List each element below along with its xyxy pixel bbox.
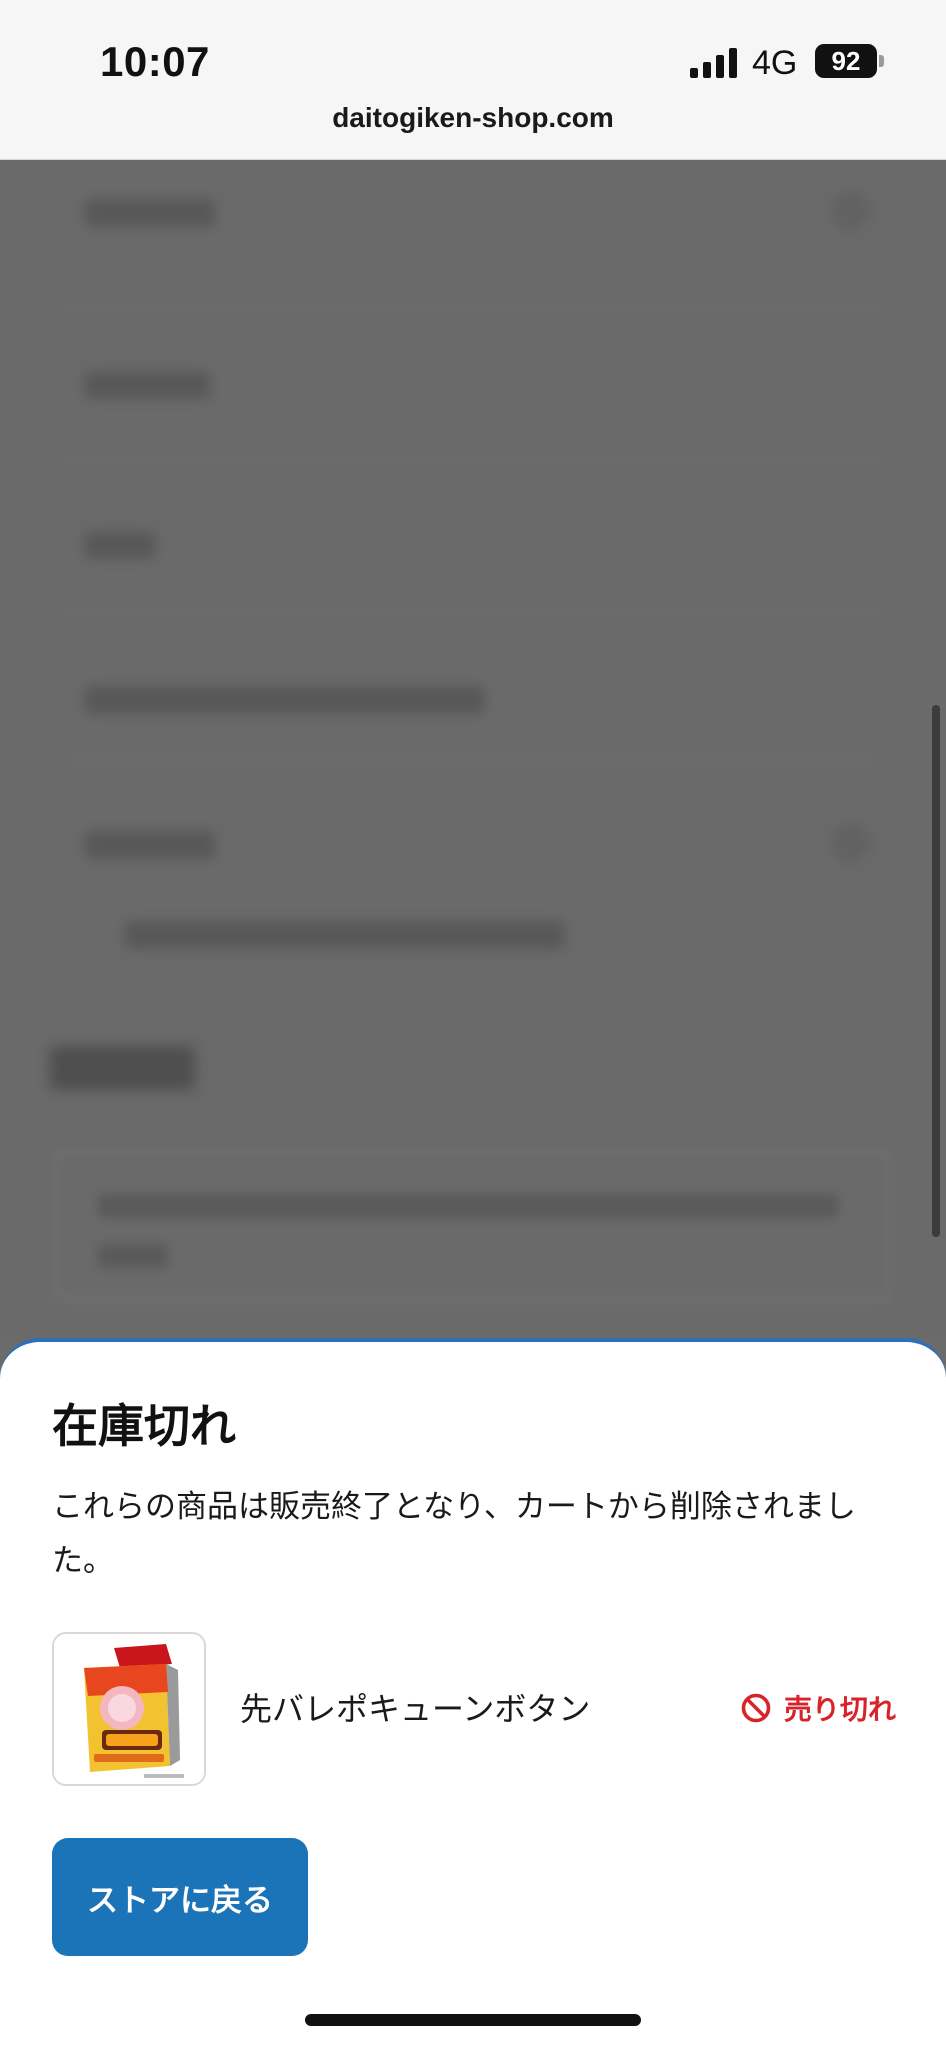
- blurred-row: [110, 881, 630, 1031]
- out-of-stock-sheet: 在庫切れ これらの商品は販売終了となり、カートから削除されました。 先バレポキュ…: [0, 1338, 946, 2048]
- dimmed-page-backdrop[interactable]: [0, 161, 946, 1341]
- blurred-row: [55, 461, 891, 611]
- blurred-row: [55, 311, 891, 461]
- battery-nub: [879, 55, 884, 67]
- status-time: 10:07: [100, 38, 210, 85]
- scrollbar[interactable]: [932, 705, 940, 1237]
- sold-out-badge: 売り切れ: [740, 1688, 896, 1728]
- home-indicator[interactable]: [305, 2014, 641, 2026]
- sheet-message: これらの商品は販売終了となり、カートから削除されました。: [52, 1489, 856, 1579]
- product-name: 先バレポキューンボタン: [240, 1690, 591, 1728]
- sheet-title: 在庫切れ: [52, 1399, 236, 1453]
- blurred-row: [55, 161, 891, 311]
- product-box-icon: [54, 1634, 204, 1784]
- signal-icon: [690, 48, 737, 78]
- battery-icon: 92: [815, 44, 877, 78]
- blurred-heading: [50, 1046, 195, 1090]
- prohibited-icon: [741, 1693, 771, 1723]
- sold-out-label: 売り切れ: [784, 1693, 897, 1726]
- address-bar-url[interactable]: daitogiken-shop.com: [0, 102, 946, 134]
- return-to-store-button[interactable]: ストアに戻る: [52, 1838, 308, 1956]
- blurred-box: [55, 1151, 891, 1301]
- network-type: 4G: [752, 44, 798, 82]
- blurred-row: [55, 611, 891, 761]
- status-bar: 10:07 4G 92 daitogiken-shop.com: [0, 0, 946, 160]
- product-image: [52, 1632, 206, 1786]
